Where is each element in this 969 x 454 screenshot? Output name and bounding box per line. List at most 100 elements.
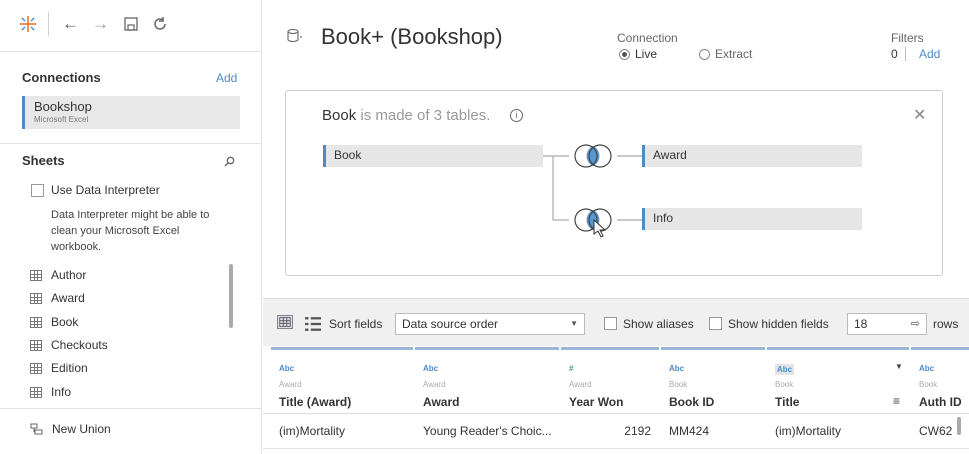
- grid-column[interactable]: Abc Book Book ID MM424: [661, 347, 765, 447]
- column-type-icon[interactable]: Abc: [423, 364, 438, 373]
- column-header[interactable]: Abc Award Title (Award): [271, 347, 413, 413]
- sort-icon[interactable]: ≡: [893, 394, 900, 408]
- show-hidden-fields-checkbox[interactable]: [709, 317, 722, 330]
- grid-view-icon[interactable]: [277, 315, 293, 329]
- table-award[interactable]: Award: [642, 145, 862, 167]
- data-interpreter-checkbox[interactable]: [31, 184, 44, 197]
- rows-input[interactable]: 18 ⇨: [847, 313, 927, 335]
- column-name: Year Won: [569, 395, 624, 409]
- grid-column[interactable]: Abc Award Award Young Reader's Choic...: [415, 347, 559, 447]
- main-pane: Book+ (Bookshop) Connection Live Extract…: [263, 0, 969, 454]
- column-type-icon[interactable]: Abc: [919, 364, 934, 373]
- column-type-icon[interactable]: Abc: [279, 364, 294, 373]
- column-header[interactable]: Abc Award Award: [415, 347, 559, 413]
- add-filter-link[interactable]: Add: [919, 47, 940, 61]
- datasource-cylinder-icon[interactable]: [287, 28, 303, 44]
- column-header[interactable]: # Award Year Won: [561, 347, 659, 413]
- new-union-item[interactable]: New Union: [30, 419, 111, 439]
- grid-cell: (im)Mortality: [279, 424, 345, 438]
- list-view-icon[interactable]: [305, 317, 321, 331]
- union-icon: [30, 423, 43, 435]
- column-source: Award: [423, 380, 446, 389]
- column-name: Title (Award): [279, 395, 352, 409]
- sheet-item-label: Checkouts: [51, 338, 108, 352]
- interpreter-desc-line: clean your Microsoft Excel: [51, 225, 180, 237]
- tableau-logo-icon[interactable]: [18, 14, 38, 34]
- grid-column[interactable]: # Award Year Won 2192: [561, 347, 659, 447]
- column-source: Award: [569, 380, 592, 389]
- back-arrow-icon[interactable]: ←: [62, 14, 79, 34]
- extract-radio[interactable]: [699, 49, 710, 60]
- left-pane: ← → Connections Add Bookshop Microsoft E…: [0, 0, 262, 454]
- column-source: Book: [919, 380, 938, 389]
- filters-label: Filters: [891, 31, 924, 45]
- forward-arrow-icon[interactable]: →: [92, 14, 109, 34]
- refresh-icon[interactable]: [152, 16, 168, 32]
- column-name: Book ID: [669, 395, 715, 409]
- sheet-table-icon: [30, 339, 42, 351]
- info-icon[interactable]: i: [510, 109, 523, 122]
- column-name: Award: [423, 395, 460, 409]
- column-header[interactable]: Abc Book Book ID: [661, 347, 765, 413]
- sheet-table-icon: [30, 269, 42, 281]
- column-source: Award: [279, 380, 302, 389]
- connection-type: Microsoft Excel: [34, 115, 89, 124]
- join-award-icon[interactable]: [569, 143, 617, 169]
- interpreter-desc-line: Data Interpreter might be able to: [51, 209, 210, 221]
- grid-cell: MM424: [669, 424, 710, 438]
- sheet-item-edition[interactable]: Edition: [30, 358, 88, 378]
- grid-cell: Young Reader's Choic...: [423, 424, 552, 438]
- show-aliases-checkbox[interactable]: [604, 317, 617, 330]
- extract-label: Extract: [715, 47, 753, 61]
- sheet-item-label: Info: [51, 385, 72, 399]
- grid-cell: 2192: [624, 424, 651, 438]
- sheet-item-label: Edition: [51, 361, 88, 375]
- made-of-table-name: Book: [322, 107, 357, 124]
- rows-label: rows: [933, 317, 959, 331]
- arrow-right-icon[interactable]: ⇨: [911, 317, 920, 330]
- grid-bottom-border: [263, 448, 969, 449]
- made-of-caption: Book is made of 3 tables.: [322, 107, 490, 124]
- sheets-scrollbar[interactable]: [229, 264, 233, 328]
- grid-scrollbar[interactable]: [957, 417, 961, 435]
- sheet-item-award[interactable]: Award: [30, 288, 85, 308]
- show-hidden-fields-label: Show hidden fields: [728, 317, 829, 331]
- column-source: Book: [775, 380, 794, 389]
- sheet-item-author[interactable]: Author: [30, 265, 86, 285]
- sheet-table-icon: [30, 292, 42, 304]
- connection-item-bookshop[interactable]: Bookshop Microsoft Excel: [22, 96, 240, 129]
- close-icon[interactable]: ✕: [913, 105, 926, 125]
- made-of-text: is made of 3 tables.: [356, 107, 491, 124]
- datasource-title[interactable]: Book+ (Bookshop): [321, 24, 503, 50]
- column-type-icon[interactable]: Abc: [669, 364, 684, 373]
- relationship-canvas: Book is made of 3 tables. i ✕ Book Award…: [285, 90, 943, 276]
- column-header[interactable]: Abc Book Auth ID: [911, 347, 969, 413]
- sort-fields-value: Data source order: [402, 317, 499, 331]
- sheet-item-info[interactable]: Info: [30, 382, 71, 402]
- sheet-item-book[interactable]: Book: [30, 312, 78, 332]
- sheet-item-label: Author: [51, 268, 87, 282]
- column-type-icon[interactable]: Abc: [775, 364, 795, 375]
- search-icon[interactable]: [224, 156, 235, 167]
- grid-column[interactable]: Abc Book Auth ID CW62: [911, 347, 969, 447]
- column-menu-chevron-icon[interactable]: ▼: [895, 362, 903, 371]
- table-book[interactable]: Book: [323, 145, 543, 167]
- sidebar-divider: [0, 408, 262, 409]
- sheet-item-checkouts[interactable]: Checkouts: [30, 335, 108, 355]
- live-radio[interactable]: [619, 49, 630, 60]
- sort-fields-select[interactable]: Data source order ▼: [395, 313, 585, 335]
- grid-cell: (im)Mortality: [775, 424, 841, 438]
- column-type-icon[interactable]: #: [569, 364, 573, 373]
- toolbar-separator: [48, 12, 49, 36]
- table-info[interactable]: Info: [642, 208, 862, 230]
- save-icon[interactable]: [124, 17, 138, 31]
- connection-name: Bookshop: [34, 99, 92, 114]
- add-connection-link[interactable]: Add: [216, 71, 237, 85]
- grid-column[interactable]: Abc Award Title (Award) (im)Mortality: [271, 347, 413, 447]
- column-header[interactable]: Abc Book Title ▼ ≡: [767, 347, 909, 413]
- sort-fields-label: Sort fields: [329, 317, 383, 331]
- grid-column[interactable]: Abc Book Title ▼ ≡ (im)Mortality: [767, 347, 909, 447]
- connection-label: Connection: [617, 31, 678, 45]
- grid-toolbar: Sort fields Data source order ▼ Show ali…: [263, 298, 969, 346]
- data-interpreter-label: Use Data Interpreter: [51, 183, 160, 197]
